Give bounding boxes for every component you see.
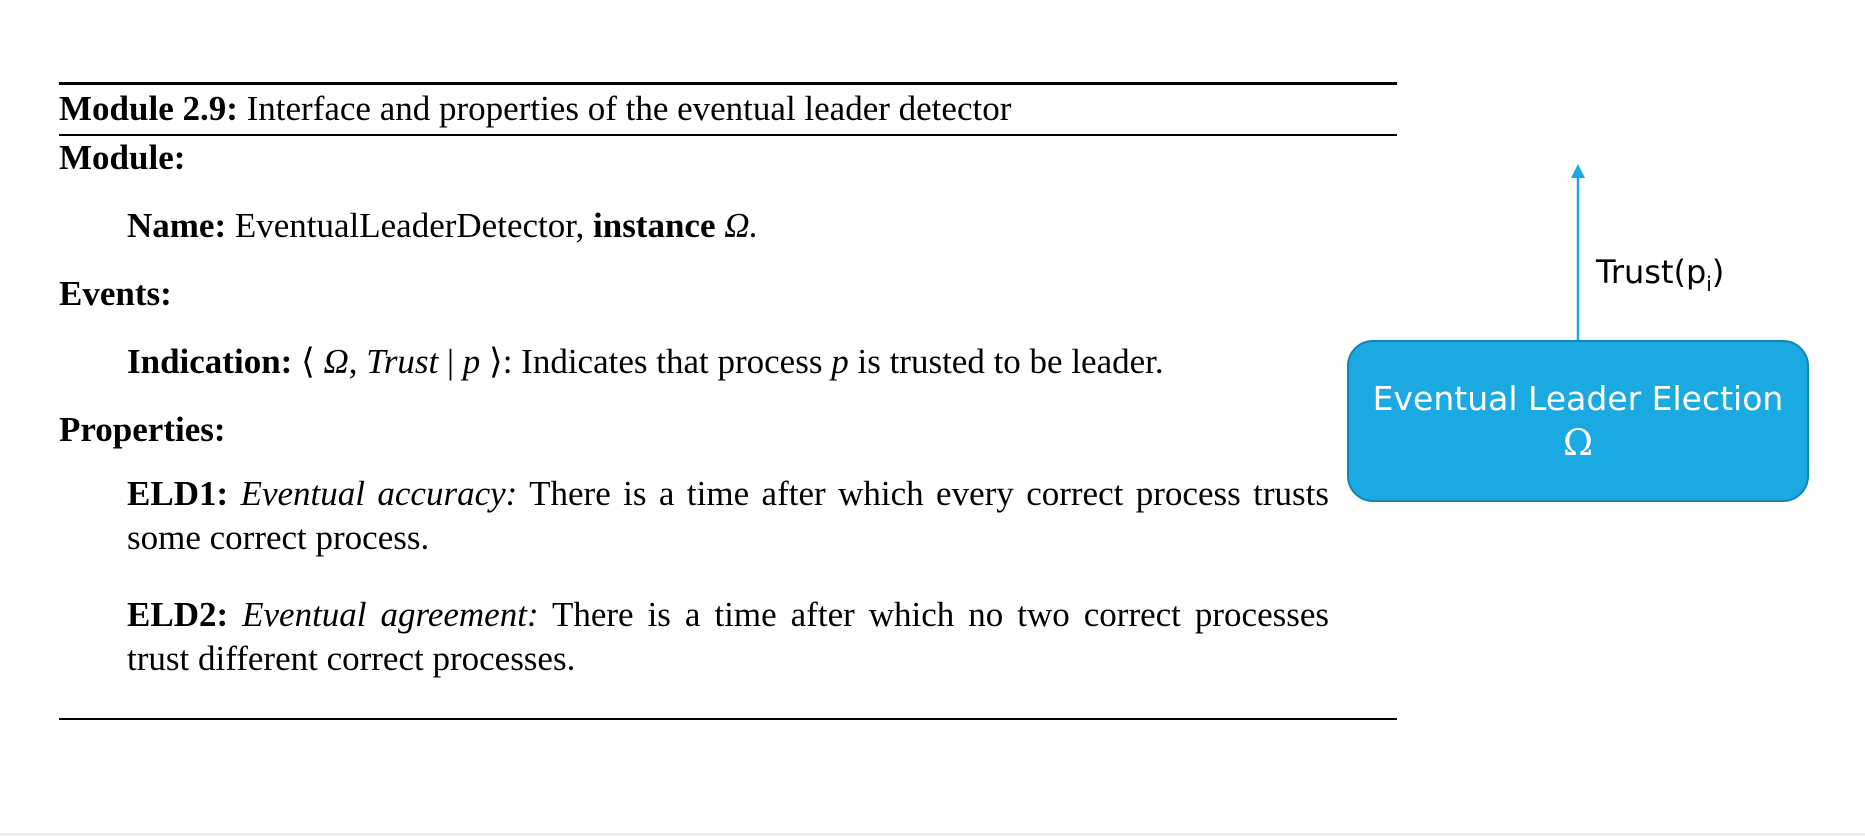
title-rule	[59, 134, 1397, 136]
indication-open: ⟨	[301, 342, 324, 381]
box-title: Eventual Leader Election	[1372, 379, 1784, 418]
trust-label: Trust(pi)	[1596, 256, 1724, 294]
indication-desc-2: is trusted to be leader.	[848, 342, 1164, 381]
indication-line: Indication: ⟨ Ω, Trust | p ⟩: Indicates …	[127, 344, 1164, 379]
eld2-property: ELD2: Eventual agreement: There is a tim…	[127, 593, 1329, 681]
indication-desc-p: p	[831, 342, 849, 381]
indication-trust: Trust	[366, 342, 439, 381]
instance-symbol: Ω.	[724, 206, 759, 245]
indication-omega: Ω	[323, 342, 349, 381]
indication-p: p	[462, 342, 481, 381]
eld1-name: Eventual accuracy:	[240, 474, 518, 513]
eventual-leader-election-box: Eventual Leader Election Ω	[1347, 340, 1809, 502]
name-value: EventualLeaderDetector,	[234, 206, 585, 245]
instance-label: instance	[593, 206, 716, 245]
events-heading: Events:	[59, 274, 172, 313]
name-label: Name:	[127, 206, 227, 245]
trust-label-text: Trust(p	[1596, 253, 1707, 291]
indication-bar: |	[438, 342, 463, 381]
module-title-label: Module 2.9:	[59, 89, 238, 128]
eld2-name: Eventual agreement:	[242, 595, 539, 634]
module-title-text: Interface and properties of the eventual…	[246, 89, 1012, 128]
indication-label: Indication:	[127, 342, 293, 381]
indication-desc-1: : Indicates that process	[502, 342, 832, 381]
module-title: Module 2.9: Interface and properties of …	[59, 91, 1011, 126]
indication-close: ⟩	[480, 342, 503, 381]
trust-arrow-head	[1571, 164, 1585, 178]
top-rule	[59, 82, 1397, 85]
name-line: Name: EventualLeaderDetector, instance Ω…	[127, 208, 758, 243]
eld1-property: ELD1: Eventual accuracy: There is a time…	[127, 472, 1329, 560]
properties-heading: Properties:	[59, 410, 226, 449]
bottom-rule	[59, 718, 1397, 720]
eld1-label: ELD1:	[127, 474, 229, 513]
indication-comma: ,	[348, 342, 367, 381]
box-omega-symbol: Ω	[1563, 423, 1593, 464]
module-heading: Module:	[59, 138, 186, 177]
eld2-label: ELD2:	[127, 595, 229, 634]
trust-label-end: )	[1711, 253, 1725, 291]
